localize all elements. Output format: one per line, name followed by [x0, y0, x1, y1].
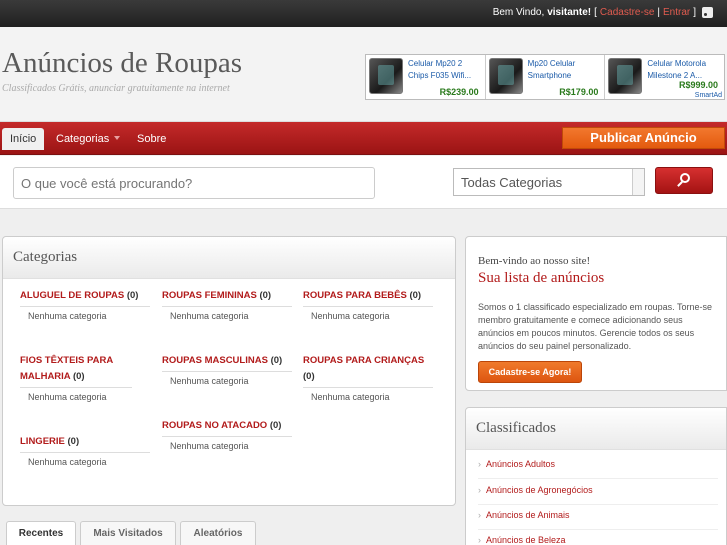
nav-categories-label: Categorias	[56, 133, 110, 145]
classified-link-label: Anúncios de Agronegócios	[486, 485, 593, 495]
greeting-text: Bem Vindo,	[492, 7, 545, 18]
classified-link-label: Anúncios Adultos	[486, 459, 556, 469]
ad-title: Celular Motorola Milestone 2 A...	[647, 59, 707, 80]
category-count: (0)	[409, 290, 422, 301]
chevron-right-icon: ›	[478, 485, 481, 495]
category-count: (0)	[270, 355, 283, 366]
subcategory-text: Nenhuma categoria	[311, 392, 390, 402]
site-tagline: Classificados Grátis, anunciar gratuitam…	[2, 83, 230, 94]
category-link[interactable]: ROUPAS NO ATACADO	[162, 420, 267, 431]
ad-item[interactable]: Celular Motorola Milestone 2 A... R$999.…	[605, 55, 724, 99]
phone-image	[369, 58, 403, 94]
classifieds-title: Classificados	[466, 408, 726, 450]
site-header: Anúncios de Roupas Classificados Grátis,…	[0, 27, 727, 122]
nav-home[interactable]: Início	[2, 128, 45, 150]
chevron-right-icon: ›	[478, 535, 481, 545]
categories-title: Categorias	[3, 237, 455, 279]
bracket-close: ]	[693, 7, 696, 18]
welcome-text: Somos o 1 classificado especializado em …	[478, 302, 712, 351]
phone-image	[608, 58, 643, 94]
user-links: Bem Vindo, visitante! [ Cadastre-se | En…	[493, 7, 713, 18]
chevron-right-icon: ›	[478, 510, 481, 520]
register-link[interactable]: Cadastre-se	[600, 7, 654, 18]
category-block: FIOS TÊXTEIS PARA MALHARIA (0) Nenhuma c…	[20, 353, 150, 402]
classified-link-label: Anúncios de Animais	[486, 510, 570, 520]
login-link[interactable]: Entrar	[663, 7, 690, 18]
classified-link[interactable]: › Anúncios Adultos	[478, 454, 718, 479]
category-count: (0)	[126, 290, 139, 301]
select-arrow-icon	[632, 169, 644, 195]
category-block: ALUGUEL DE ROUPAS (0) Nenhuma categoria	[20, 288, 150, 321]
link-separator: |	[657, 7, 660, 18]
category-count: (0)	[72, 371, 85, 382]
category-count: (0)	[303, 371, 315, 382]
category-link[interactable]: LINGERIE	[20, 436, 65, 447]
category-block: ROUPAS PARA BEBÊS (0) Nenhuma categoria	[303, 288, 433, 321]
ad-credit[interactable]: SmartAd	[695, 92, 722, 99]
welcome-title: Sua lista de anúncios	[478, 270, 605, 286]
rss-icon[interactable]	[702, 7, 713, 18]
welcome-greeting: Bem-vindo ao nosso site!	[478, 255, 591, 267]
category-count: (0)	[259, 290, 272, 301]
tab-random[interactable]: Aleatórios	[180, 521, 256, 545]
classified-link[interactable]: › Anúncios de Agronegócios	[478, 480, 718, 505]
subcategory-text: Nenhuma categoria	[311, 311, 390, 321]
category-link[interactable]: ROUPAS FEMININAS	[162, 290, 257, 301]
classified-link[interactable]: › Anúncios de Beleza	[478, 530, 718, 545]
ad-item[interactable]: Celular Mp20 2 Chips F035 Wifi... R$239.…	[366, 55, 486, 99]
ad-price: R$999.00	[678, 80, 719, 90]
site-title[interactable]: Anúncios de Roupas	[2, 47, 242, 80]
welcome-panel: Bem-vindo ao nosso site! Sua lista de an…	[465, 236, 727, 391]
nav-about[interactable]: Sobre	[129, 128, 174, 150]
subcategory-text: Nenhuma categoria	[28, 457, 107, 467]
ad-title: Mp20 Celular Smartphone 2chips...	[527, 59, 576, 80]
category-block: LINGERIE (0) Nenhuma categoria	[20, 434, 150, 467]
classified-link[interactable]: › Anúncios de Animais	[478, 505, 718, 530]
category-select[interactable]: Todas Categorias	[453, 168, 645, 196]
category-link[interactable]: ROUPAS PARA CRIANÇAS	[303, 355, 424, 366]
username: visitante!	[547, 7, 592, 18]
category-link[interactable]: ROUPAS PARA BEBÊS	[303, 290, 407, 301]
search-button[interactable]	[655, 167, 713, 194]
ad-item[interactable]: Mp20 Celular Smartphone 2chips... R$179.…	[486, 55, 606, 99]
categories-panel: Categorias ALUGUEL DE ROUPAS (0) Nenhuma…	[2, 236, 456, 506]
category-link[interactable]: ROUPAS MASCULINAS	[162, 355, 268, 366]
search-bar: Todas Categorias	[0, 156, 727, 209]
category-link[interactable]: FIOS TÊXTEIS PARA MALHARIA	[20, 355, 113, 382]
category-block: ROUPAS NO ATACADO (0) Nenhuma categoria	[162, 418, 292, 451]
publish-ad-button[interactable]: Publicar Anúncio	[562, 127, 725, 149]
category-block: ROUPAS MASCULINAS (0) Nenhuma categoria	[162, 353, 292, 386]
category-count: (0)	[269, 420, 282, 431]
bracket-open: [	[594, 7, 597, 18]
ad-price: R$179.00	[559, 87, 599, 97]
ad-banner: Celular Mp20 2 Chips F035 Wifi... R$239.…	[365, 54, 725, 100]
classifieds-panel: Classificados › Anúncios Adultos › Anúncio…	[465, 407, 727, 545]
subcategory-text: Nenhuma categoria	[170, 376, 249, 386]
category-block: ROUPAS PARA CRIANÇAS (0) Nenhuma categor…	[303, 353, 433, 402]
ad-title: Celular Mp20 2 Chips F035 Wifi...	[408, 59, 472, 80]
category-select-value: Todas Categorias	[461, 175, 563, 190]
ad-price: R$239.00	[439, 87, 479, 97]
subcategory-text: Nenhuma categoria	[28, 392, 107, 402]
search-input[interactable]	[13, 167, 375, 199]
chevron-right-icon: ›	[478, 459, 481, 469]
signup-button[interactable]: Cadastre-se Agora!	[478, 361, 582, 383]
tab-most-visited[interactable]: Mais Visitados	[80, 521, 176, 545]
phone-image	[488, 58, 523, 94]
main-nav: Início Categorias Sobre Publicar Anúncio	[0, 122, 727, 155]
category-count: (0)	[67, 436, 80, 447]
subcategory-text: Nenhuma categoria	[170, 311, 249, 321]
classified-link-label: Anúncios de Beleza	[486, 535, 566, 545]
top-bar: Bem Vindo, visitante! [ Cadastre-se | En…	[0, 0, 727, 27]
tab-recent[interactable]: Recentes	[6, 521, 76, 545]
subcategory-text: Nenhuma categoria	[170, 441, 249, 451]
nav-categories[interactable]: Categorias	[48, 128, 128, 150]
category-link[interactable]: ALUGUEL DE ROUPAS	[20, 290, 124, 301]
subcategory-text: Nenhuma categoria	[28, 311, 107, 321]
chevron-down-icon	[114, 136, 121, 140]
category-block: ROUPAS FEMININAS (0) Nenhuma categoria	[162, 288, 292, 321]
